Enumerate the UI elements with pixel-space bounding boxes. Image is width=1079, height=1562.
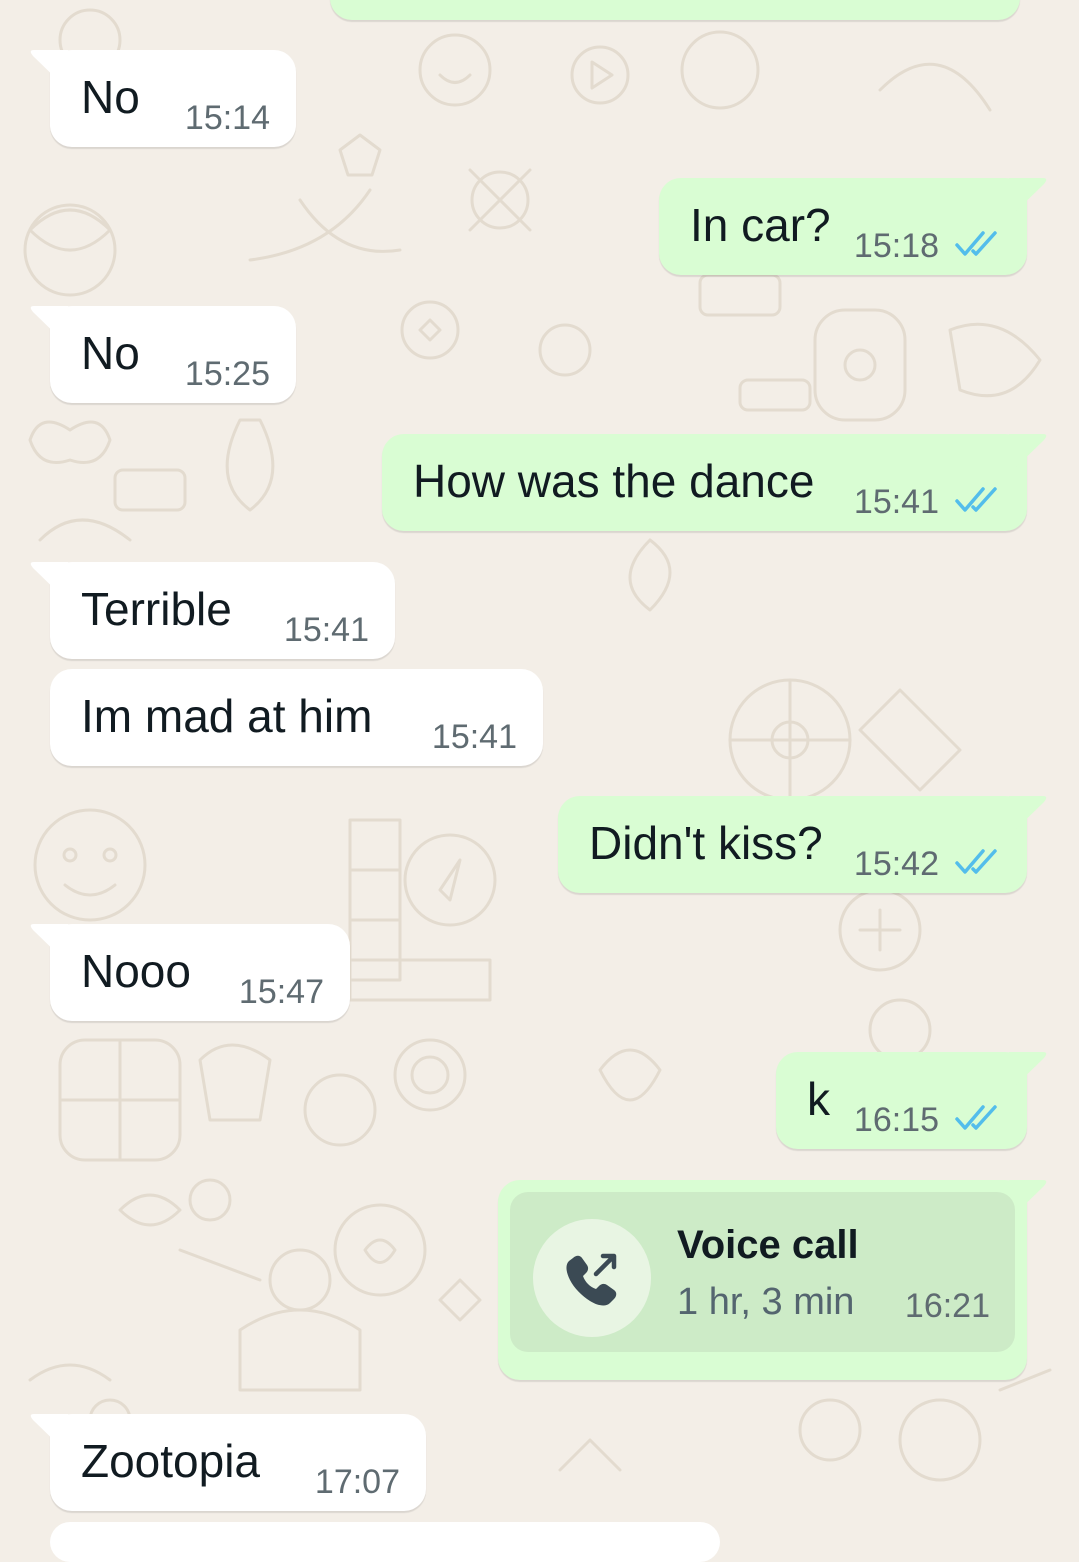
message-time: 15:18 — [853, 227, 939, 265]
message-bubble-incoming[interactable]: Im mad at him 15:41 — [50, 669, 543, 766]
message-list[interactable]: No 15:14 In car? 15:18 No 15:25 How was … — [0, 0, 1079, 1562]
previous-message-bubble[interactable] — [330, 0, 1020, 20]
voice-call-card[interactable]: Voice call 1 hr, 3 min 16:21 — [510, 1192, 1015, 1352]
message-bubble-incoming[interactable]: Zootopia 17:07 — [30, 1414, 426, 1511]
message-time: 16:21 — [904, 1287, 990, 1325]
bubble-tail-icon — [1009, 796, 1047, 836]
message-bubble-outgoing[interactable]: How was the dance 15:41 — [382, 434, 1047, 531]
message-time: 15:41 — [431, 718, 517, 756]
read-receipt-icon — [955, 849, 997, 874]
call-icon-circle — [533, 1219, 651, 1337]
call-title: Voice call — [677, 1223, 859, 1267]
message-time: 16:15 — [853, 1101, 939, 1139]
message-bubble-incoming[interactable]: Terrible 15:41 — [30, 562, 395, 659]
message-bubble-outgoing[interactable]: In car? 15:18 — [659, 178, 1047, 275]
message-bubble-incoming[interactable]: Nooo 15:47 — [30, 924, 350, 1021]
message-time: 15:14 — [184, 99, 270, 137]
bubble-tail-icon — [30, 306, 68, 346]
message-text: How was the dance — [413, 455, 815, 507]
bubble-tail-icon — [30, 1414, 68, 1454]
bubble-tail-icon — [30, 50, 68, 90]
bubble-tail-icon — [1009, 1052, 1047, 1092]
read-receipt-icon — [955, 487, 997, 512]
message-time: 15:25 — [184, 355, 270, 393]
message-text: Zootopia — [81, 1435, 261, 1487]
message-time: 15:41 — [853, 483, 939, 521]
bubble-tail-icon — [30, 924, 68, 964]
message-time: 15:42 — [853, 845, 939, 883]
next-message-bubble[interactable] — [50, 1522, 720, 1562]
message-time: 17:07 — [314, 1463, 400, 1501]
message-text: k — [807, 1073, 830, 1125]
message-bubble-incoming[interactable]: No 15:25 — [30, 306, 296, 403]
bubble-tail-icon — [1009, 1180, 1047, 1220]
bubble-tail-icon — [1009, 178, 1047, 218]
call-duration: 1 hr, 3 min — [677, 1281, 855, 1323]
outgoing-call-icon — [566, 1253, 617, 1306]
message-text: Im mad at him — [81, 690, 373, 742]
message-text: Nooo — [81, 945, 191, 997]
bubble-tail-icon — [30, 562, 68, 602]
message-text: In car? — [690, 199, 831, 251]
message-bubble-incoming[interactable]: No 15:14 — [30, 50, 296, 147]
bubble-tail-icon — [1009, 434, 1047, 474]
message-time: 15:41 — [283, 611, 369, 649]
message-bubble-outgoing[interactable]: k 16:15 — [776, 1052, 1047, 1149]
message-text: No — [81, 71, 140, 123]
message-text: No — [81, 327, 140, 379]
message-text: Terrible — [81, 583, 232, 635]
message-bubble-outgoing[interactable]: Didn't kiss? 15:42 — [558, 796, 1047, 893]
voice-call-bubble[interactable]: Voice call 1 hr, 3 min 16:21 — [498, 1180, 1047, 1380]
read-receipt-icon — [955, 1105, 997, 1130]
read-receipt-icon — [955, 231, 997, 256]
message-time: 15:47 — [238, 973, 324, 1011]
message-text: Didn't kiss? — [589, 817, 823, 869]
